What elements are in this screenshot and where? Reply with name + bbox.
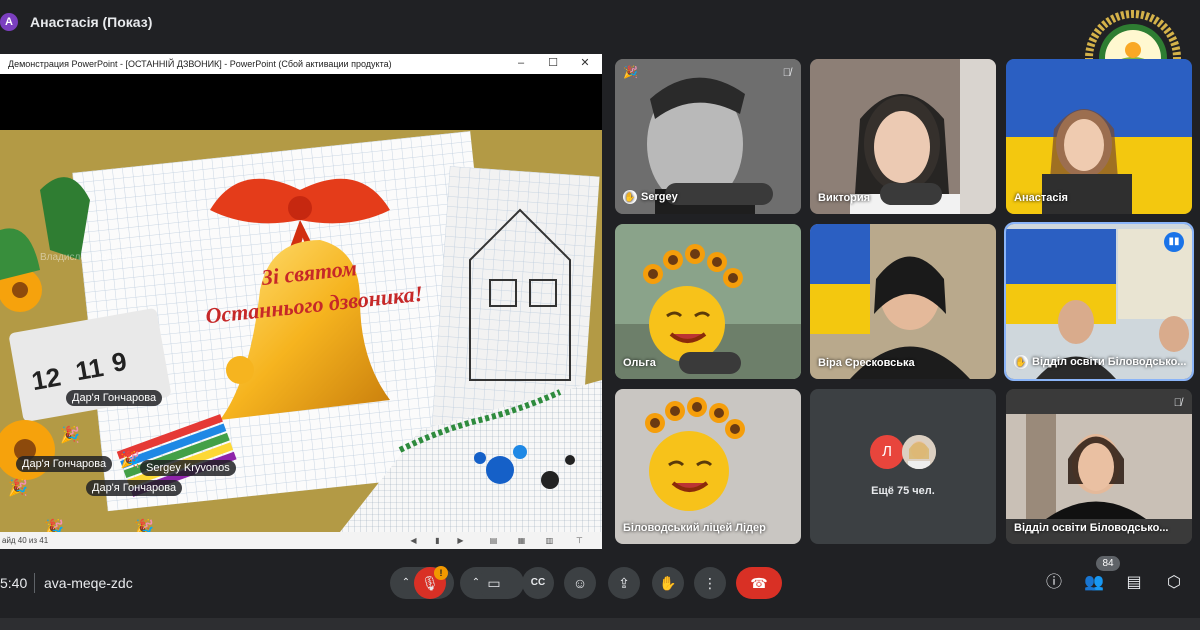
- participant-name: Виктория: [818, 192, 871, 204]
- ppt-statusbar: айд 40 из 41 ◀ ▮ ▶ ▤ ▦ ▥ ⊤: [0, 532, 602, 549]
- participants-count-badge: 84: [1096, 556, 1120, 571]
- next-slide-icon[interactable]: ▶: [455, 535, 466, 546]
- reaction-name: Sergey Kryvonos: [140, 460, 236, 476]
- presenter-title: Анастасія (Показ): [30, 14, 153, 30]
- speaking-indicator-icon: ▮▮: [1164, 232, 1184, 252]
- meeting-time: 5:40: [0, 575, 28, 591]
- reaction-name: Дар'я Гончарова: [66, 390, 163, 406]
- meeting-info-icon[interactable]: ⓘ: [1040, 569, 1068, 597]
- participant-tile[interactable]: Віра Єресковська: [810, 224, 996, 379]
- normal-view-icon[interactable]: ▤: [488, 535, 499, 546]
- svg-text:12: 12: [29, 362, 63, 397]
- presenter-avatar: A: [0, 13, 18, 31]
- participant-tile[interactable]: 🎙̸ Відділ освіти Біловодсько...: [1006, 389, 1192, 544]
- participant-name: Біловодський ліцей Лідер: [623, 522, 766, 534]
- reaction-name: Дар'я Гончарова: [86, 480, 183, 496]
- reaction-name: Дар'я Гончарова: [16, 456, 113, 472]
- more-participants-count: Ещё 75 чел.: [871, 485, 935, 497]
- participant-name: ✋ Відділ освіти Біловодсько...: [1014, 355, 1187, 369]
- slide-counter: айд 40 из 41: [2, 536, 49, 545]
- hand-icon: ✋: [623, 190, 637, 204]
- participant-avatar-photo: [902, 435, 936, 469]
- ppt-window-title: Демонстрация PowerPoint - [ОСТАННІЙ ДЗВО…: [8, 59, 392, 69]
- people-icon[interactable]: 👥: [1080, 569, 1108, 597]
- mic-alert-badge: !: [434, 566, 448, 580]
- party-popper-icon: 🎉: [623, 65, 638, 79]
- participant-avatar: Л: [870, 435, 904, 469]
- participant-tile[interactable]: Виктория: [810, 59, 996, 214]
- top-bar: A Анастасія (Показ): [0, 0, 1200, 44]
- bottom-strip: [0, 618, 1200, 630]
- svg-text:11: 11: [73, 352, 105, 386]
- meeting-controls-bar: 5:40 ava-meqe-zdc ⌃ 🎙 ⌃ ▭ CC ☺ ⇪ ✋ ⋮ ☎ ⓘ…: [0, 555, 1200, 615]
- activities-icon[interactable]: ⬡: [1160, 569, 1188, 597]
- participant-name: Анастасія: [1014, 192, 1068, 204]
- slideshow-icon[interactable]: ⊤: [574, 535, 585, 546]
- participant-name: Відділ освіти Біловодсько...: [1014, 522, 1169, 534]
- mic-off-icon: 🎙̸: [782, 67, 791, 79]
- participant-name: Ольга: [623, 357, 656, 369]
- end-call-button[interactable]: ☎: [736, 567, 782, 599]
- meeting-code: ava-meqe-zdc: [44, 575, 133, 591]
- participant-tile[interactable]: 🎉 🎙̸ ✋ Sergey: [615, 59, 801, 214]
- participant-tile[interactable]: ▮▮ ✋ Відділ освіти Біловодсько...: [1004, 222, 1194, 381]
- blurred-name: [880, 183, 942, 205]
- prev-slide-icon[interactable]: ◀: [408, 535, 419, 546]
- participant-tile[interactable]: Анастасія: [1006, 59, 1192, 214]
- participant-name: ✋ Sergey: [623, 190, 678, 204]
- party-popper-icon: 🎉: [60, 427, 80, 444]
- blurred-name: [679, 352, 741, 374]
- blurred-name: [665, 183, 773, 205]
- minimize-icon[interactable]: –: [514, 56, 528, 70]
- mic-off-icon: 🎙̸: [1173, 397, 1182, 409]
- participant-tile[interactable]: Ольга: [615, 224, 801, 379]
- participant-name: Віра Єресковська: [818, 357, 915, 369]
- maximize-icon[interactable]: ☐: [546, 56, 560, 70]
- ppt-titlebar: Демонстрация PowerPoint - [ОСТАННІЙ ДЗВО…: [0, 54, 602, 74]
- close-icon[interactable]: ✕: [578, 56, 592, 70]
- reactions-button[interactable]: ☺: [564, 567, 596, 599]
- more-options-button[interactable]: ⋮: [694, 567, 726, 599]
- camera-toggle-button[interactable]: ▭: [478, 567, 510, 599]
- party-popper-icon: 🎉: [120, 452, 140, 469]
- faded-reaction-name: Владислав Саньков: [40, 252, 133, 263]
- hand-icon: ✋: [1014, 355, 1028, 369]
- reading-view-icon[interactable]: ▥: [544, 535, 555, 546]
- present-screen-button[interactable]: ⇪: [608, 567, 640, 599]
- captions-button[interactable]: CC: [522, 567, 554, 599]
- chat-icon[interactable]: ▤: [1120, 569, 1148, 597]
- party-popper-icon: 🎉: [8, 480, 28, 497]
- divider: [34, 573, 35, 593]
- slide-sorter-icon[interactable]: ▦: [516, 535, 527, 546]
- slide-menu-icon[interactable]: ▮: [432, 535, 443, 546]
- raise-hand-button[interactable]: ✋: [652, 567, 684, 599]
- participant-tile[interactable]: Біловодський ліцей Лідер: [615, 389, 801, 544]
- presentation-slide: Зі святом Останнього дзвоника! 12 11 9 В…: [0, 130, 602, 532]
- shared-presentation-window: Демонстрация PowerPoint - [ОСТАННІЙ ДЗВО…: [0, 54, 602, 549]
- more-participants-tile[interactable]: Л Ещё 75 чел.: [810, 389, 996, 544]
